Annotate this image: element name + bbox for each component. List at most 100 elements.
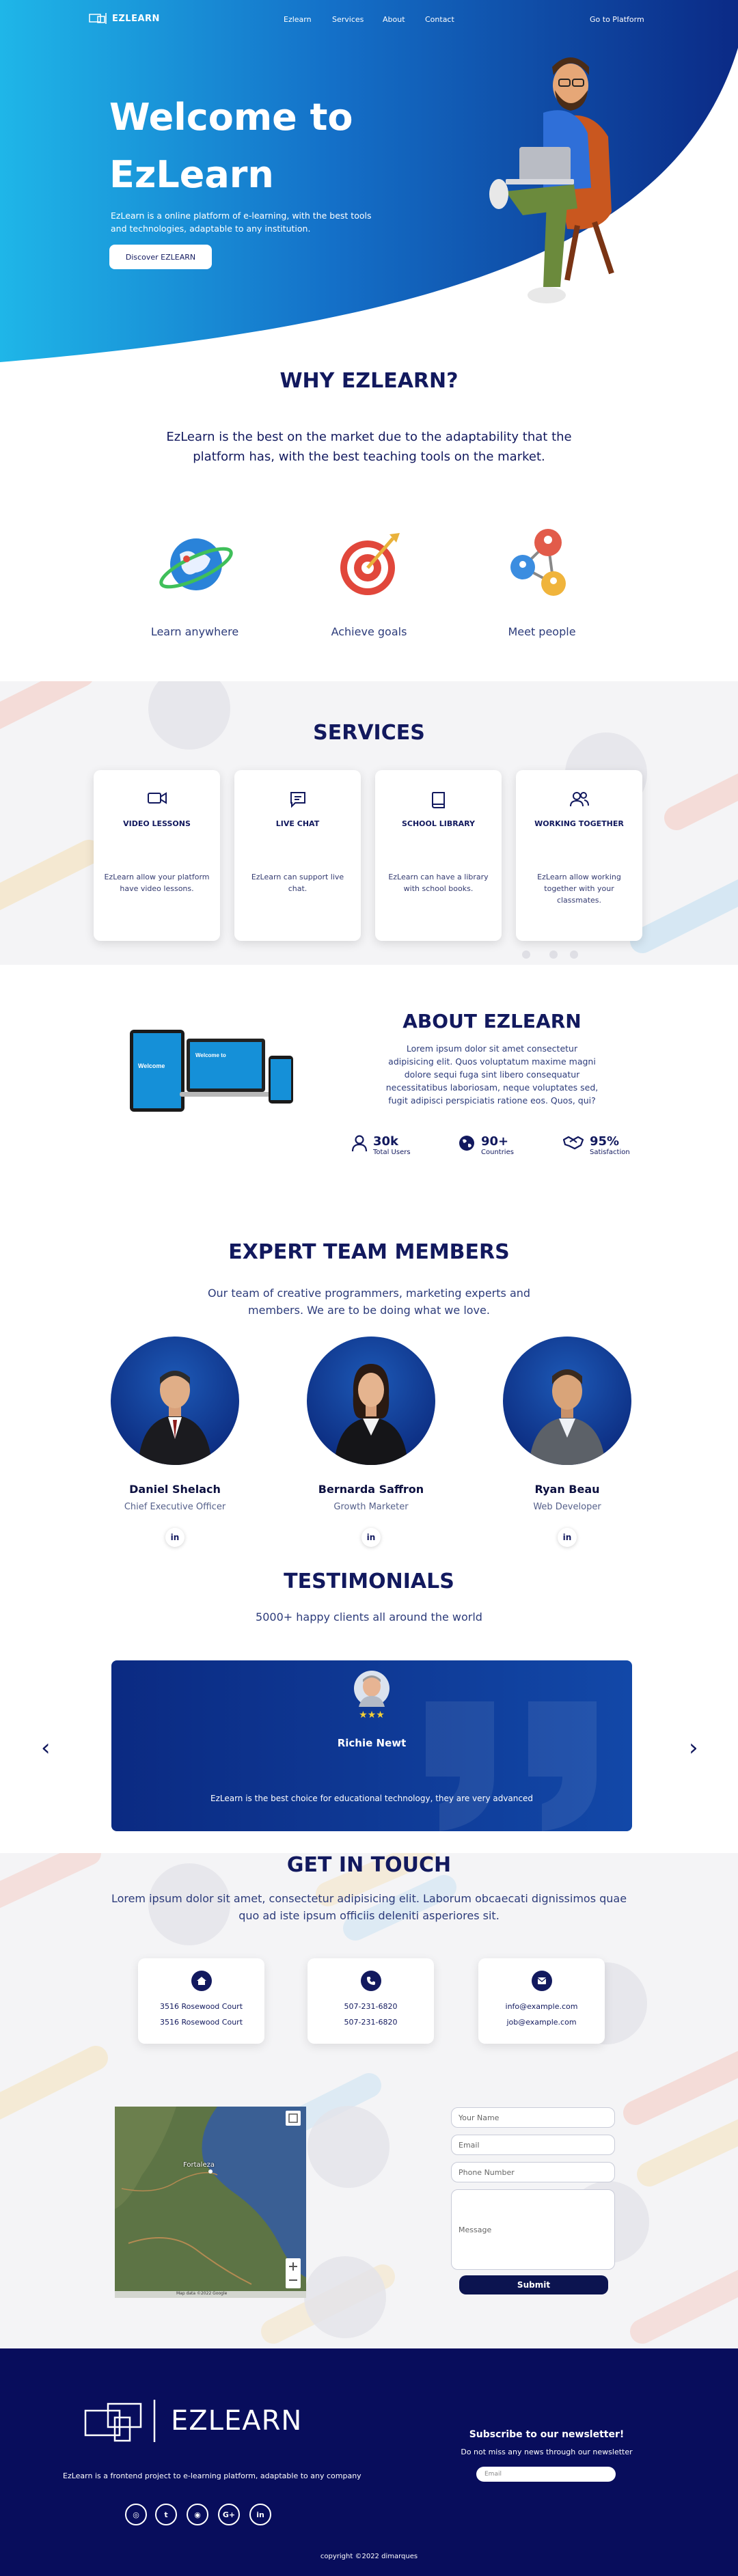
service-card-video: VIDEO LESSONS EzLearn allow your platfor… <box>94 770 220 941</box>
member-role: Growth Marketer <box>333 1502 409 1512</box>
testimonial-prev-arrow-icon[interactable]: ‹ <box>41 1734 51 1762</box>
users-icon <box>569 792 589 807</box>
rating-stars: ★★★ <box>359 1710 385 1721</box>
mockup-laptop-text: Welcome to <box>195 1052 226 1058</box>
mockup-tablet-text: Welcome <box>138 1063 165 1069</box>
contact-text: Lorem ipsum dolor sit amet, consectetur … <box>111 1892 627 1922</box>
service-card-chat: LIVE CHAT EzLearn can support live chat. <box>234 770 361 941</box>
nav-logo[interactable]: EZLEARN <box>89 12 160 25</box>
member-linkedin-icon[interactable]: in <box>165 1528 184 1547</box>
quote-mark-icon <box>426 1701 597 1831</box>
contact-address-line2: 3516 Rosewood Court <box>159 2018 243 2027</box>
contact-phone-line2: 507-231-6820 <box>344 2018 398 2027</box>
contact-address-line1: 3516 Rosewood Court <box>159 2002 243 2011</box>
contact-email-line2: job@example.com <box>506 2018 577 2027</box>
phone-icon <box>367 1977 375 1985</box>
contact-phone-line1: 507-231-6820 <box>344 2002 398 2011</box>
devices-mockup-illustration: Welcome Welcome to <box>130 1030 293 1112</box>
about-title: ABOUT EZLEARN <box>402 1010 582 1032</box>
nav-link-services[interactable]: Services <box>332 15 364 24</box>
team-title: EXPERT TEAM MEMBERS <box>228 1240 510 1264</box>
footer-logo[interactable]: EZLEARN <box>83 2398 302 2443</box>
hero-title: Welcome to EzLearn <box>109 89 353 204</box>
nav-go-to-platform[interactable]: Go to Platform <box>590 15 644 24</box>
stat-countries-label: Countries <box>481 1149 514 1156</box>
chat-icon <box>290 792 305 808</box>
contact-card-email: info@example.com job@example.com <box>478 1958 605 2044</box>
member-role: Web Developer <box>533 1502 601 1512</box>
submit-button[interactable]: Submit <box>459 2275 608 2294</box>
stat-satisfaction-label: Satisfaction <box>590 1149 630 1156</box>
nav-link-contact[interactable]: Contact <box>425 15 454 24</box>
whatsapp-icon[interactable]: ◎ <box>125 2504 147 2525</box>
footer-logo-text: EZLEARN <box>171 2405 303 2437</box>
stat-users-value: 30k <box>373 1134 399 1149</box>
service-card-library: SCHOOL LIBRARY EzLearn can have a librar… <box>375 770 502 941</box>
service-card-text: EzLearn can support live chat. <box>251 873 344 893</box>
avatar <box>138 1371 212 1465</box>
nav-link-ezlearn[interactable]: Ezlearn <box>284 15 312 24</box>
service-card-text: EzLearn allow working together with your… <box>537 873 621 905</box>
google-plus-icon[interactable]: G+ <box>218 2504 240 2525</box>
name-field[interactable]: Your Name <box>451 2107 615 2128</box>
contact-title: GET IN TOUCH <box>286 1853 452 1877</box>
newsletter-email-input[interactable]: Email <box>476 2467 616 2482</box>
discover-button[interactable]: Discover EZLEARN <box>109 245 212 269</box>
service-card-title: LIVE CHAT <box>275 819 320 828</box>
service-card-title: WORKING TOGETHER <box>534 819 624 828</box>
globe-icon <box>459 1136 474 1151</box>
service-card-title: SCHOOL LIBRARY <box>401 819 476 828</box>
linkedin-icon[interactable]: in <box>249 2504 271 2525</box>
contact-background-decor <box>0 1853 738 2344</box>
footer-tagline: EzLearn is a frontend project to e-learn… <box>63 2471 361 2480</box>
testimonial-avatar <box>354 1671 390 1707</box>
testimonial-name: Richie Newt <box>337 1737 407 1749</box>
member-photo-ryan <box>503 1337 631 1465</box>
stat-countries: 90+ Countries <box>458 1134 514 1156</box>
logo-devices-icon <box>89 13 107 24</box>
phone-field[interactable]: Phone Number <box>451 2162 615 2182</box>
contact-email-line1: info@example.com <box>505 2002 578 2011</box>
instagram-icon[interactable]: ◉ <box>187 2504 208 2525</box>
contact-card-phone: 507-231-6820 507-231-6820 <box>308 1958 434 2044</box>
user-icon <box>351 1135 368 1152</box>
email-field[interactable]: Email <box>451 2135 615 2155</box>
book-icon <box>431 792 445 808</box>
member-name: Daniel Shelach <box>129 1483 221 1496</box>
feature-meet-people: Meet people <box>508 625 576 638</box>
member-name: Bernarda Saffron <box>318 1483 424 1496</box>
stat-users-label: Total Users <box>373 1149 411 1156</box>
hero-title-line1: Welcome to <box>109 96 353 139</box>
testimonials-subtitle: 5000+ happy clients all around the world <box>256 1611 482 1623</box>
testimonial-next-arrow-icon[interactable]: › <box>689 1734 698 1762</box>
testimonial-card: ★★★ Richie Newt EzLearn is the best choi… <box>111 1660 632 1831</box>
message-field[interactable]: Message <box>451 2189 615 2270</box>
member-linkedin-icon[interactable]: in <box>558 1528 577 1547</box>
stat-countries-value: 90+ <box>481 1134 509 1149</box>
map-terrain <box>115 2107 306 2298</box>
footer <box>0 2348 738 2576</box>
map-attribution: Map data ©2022 Google <box>176 2291 228 2296</box>
member-photo-daniel <box>111 1337 239 1465</box>
testimonials-title: TESTIMONIALS <box>284 1570 454 1593</box>
member-role: Chief Executive Officer <box>124 1502 226 1512</box>
about-text: Lorem ipsum dolor sit amet consectetur a… <box>385 1043 599 1106</box>
hero-character-illustration <box>489 57 614 303</box>
handshake-icon <box>562 1136 584 1150</box>
newsletter-title: Subscribe to our newsletter! <box>469 2429 625 2440</box>
twitter-icon[interactable]: t <box>155 2504 177 2525</box>
location-map[interactable]: Fortaleza Map data ©2022 Google <box>115 2107 306 2298</box>
member-linkedin-icon[interactable]: in <box>361 1528 381 1547</box>
mail-icon <box>537 1977 547 1984</box>
member-name: Ryan Beau <box>534 1483 600 1496</box>
footer-logo-devices-icon <box>84 2400 156 2442</box>
nav-link-about[interactable]: About <box>383 15 405 24</box>
service-card-text: EzLearn can have a library with school b… <box>388 873 489 893</box>
stat-users: 30k Total Users <box>351 1134 411 1156</box>
contact-card-address: 3516 Rosewood Court 3516 Rosewood Court <box>138 1958 264 2044</box>
why-text: EzLearn is the best on the market due to… <box>166 430 572 464</box>
stat-satisfaction-value: 95% <box>590 1134 620 1149</box>
team-subtitle: Our team of creative programmers, market… <box>207 1287 531 1317</box>
newsletter-text: Do not miss any news through our newslet… <box>461 2448 633 2456</box>
globe-illustration-icon <box>159 538 233 590</box>
